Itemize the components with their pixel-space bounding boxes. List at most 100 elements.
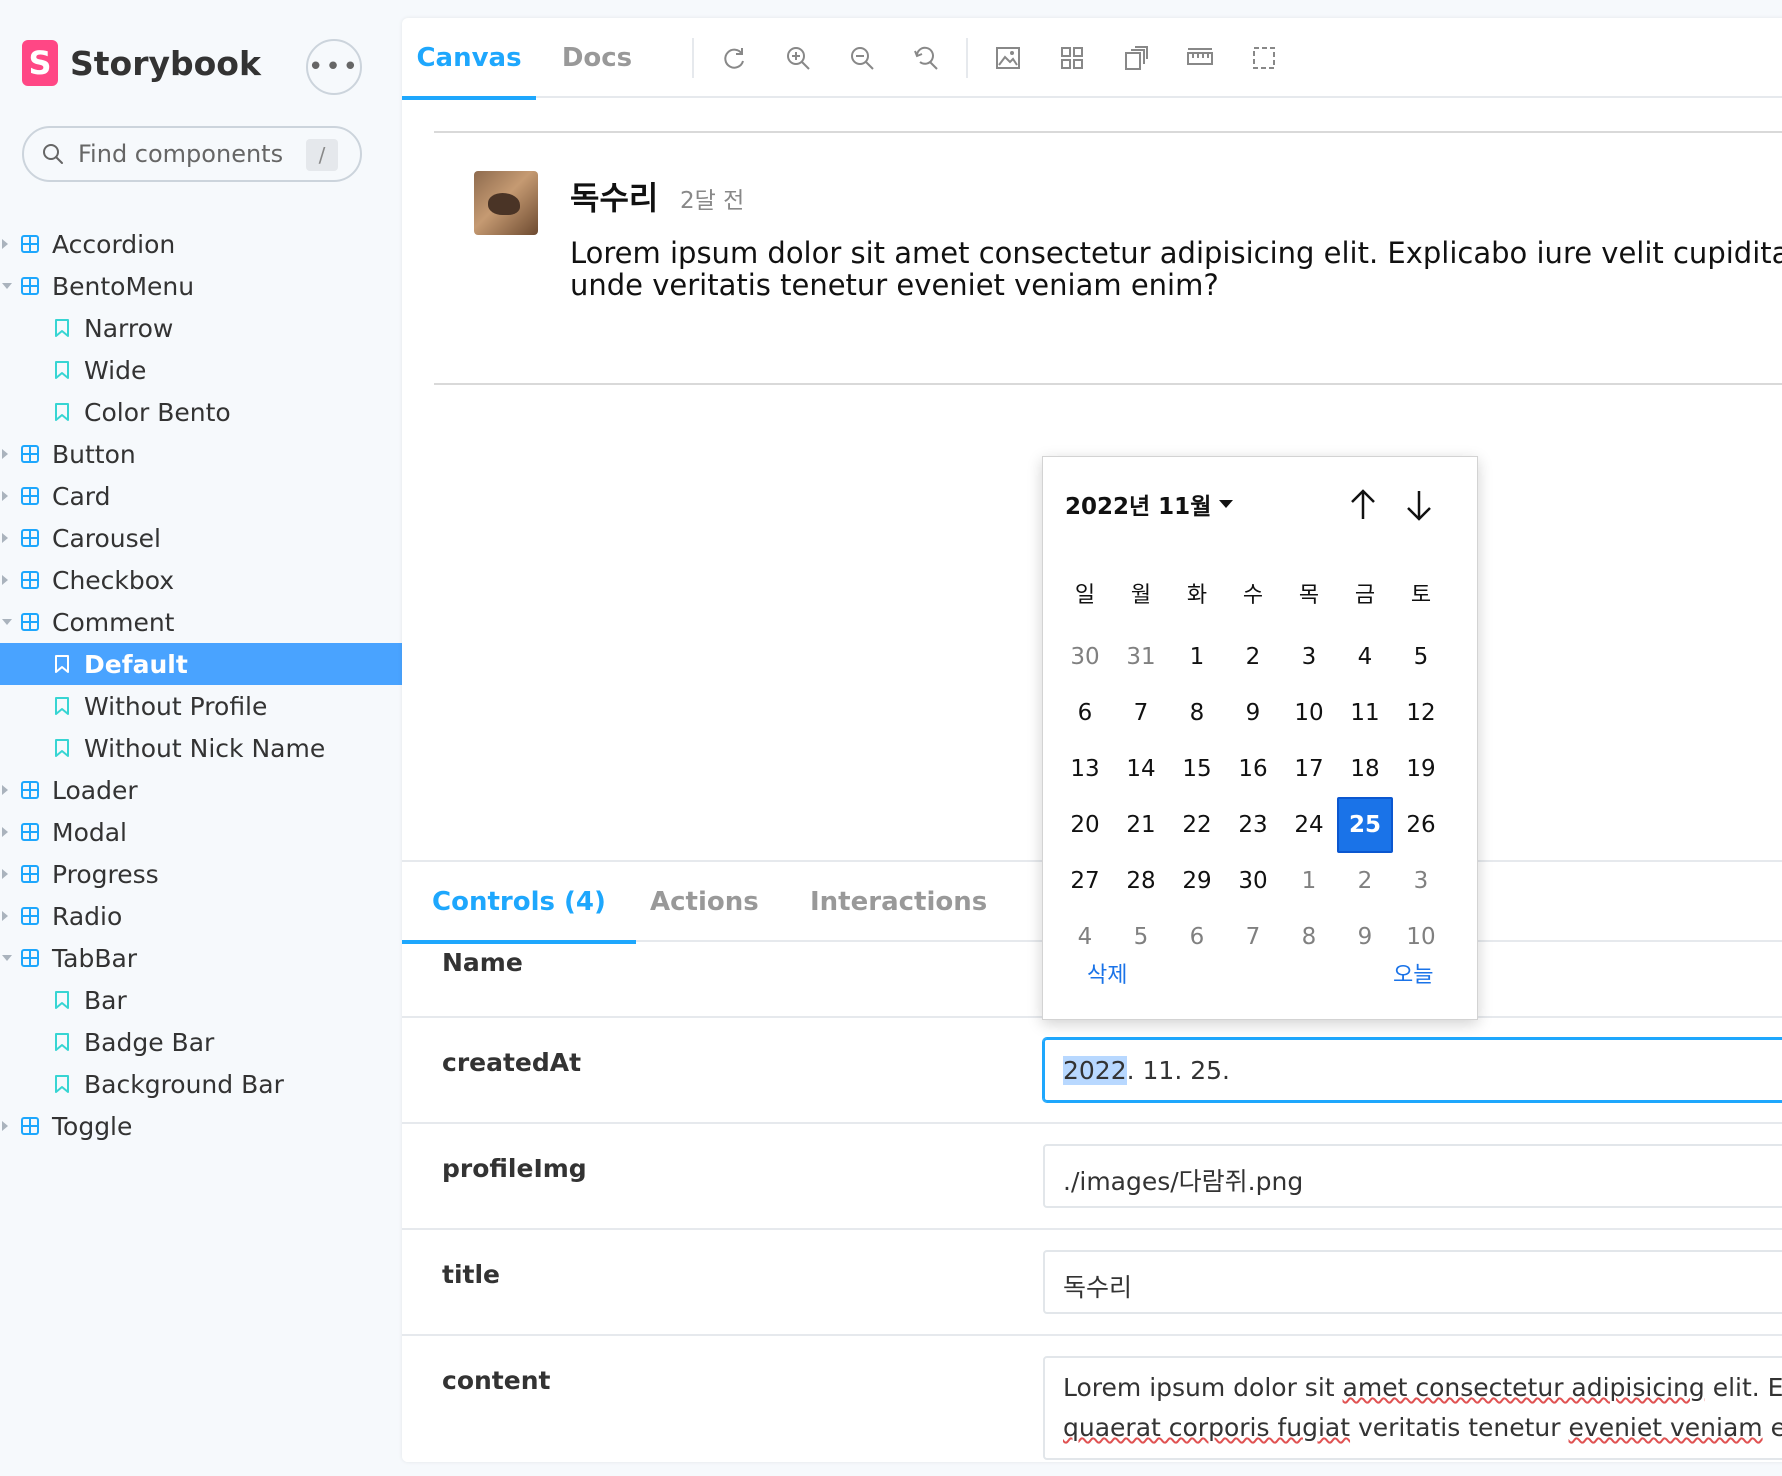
tab-docs[interactable]: Docs [536, 18, 658, 98]
calendar-day[interactable]: 8 [1281, 909, 1337, 965]
content-line-2: quaerat corporis fugiat veritatis tenetu… [1063, 1408, 1782, 1448]
sidebar-item-radio[interactable]: Radio [0, 895, 402, 937]
measure-icon[interactable] [1184, 42, 1216, 74]
sidebar-item-default[interactable]: Default [0, 643, 402, 685]
sidebar-item-background-bar[interactable]: Background Bar [0, 1063, 402, 1105]
content-textarea[interactable]: Lorem ipsum dolor sit amet consectetur a… [1043, 1356, 1782, 1460]
tab-actions[interactable]: Actions [650, 862, 759, 942]
calendar-day[interactable]: 10 [1281, 685, 1337, 741]
calendar-day[interactable]: 27 [1057, 853, 1113, 909]
weekday-label: 목 [1298, 583, 1320, 608]
calendar-day-selected[interactable]: 25 [1337, 797, 1393, 853]
viewport-icon[interactable] [1120, 42, 1152, 74]
outline-icon[interactable] [1248, 42, 1280, 74]
more-options-button[interactable]: ••• [306, 39, 362, 95]
calendar-day[interactable]: 6 [1169, 909, 1225, 965]
zoom-out-icon[interactable] [846, 42, 878, 74]
comment-timestamp: 2달 전 [680, 188, 745, 214]
sidebar-item-label: Without Profile [84, 691, 268, 721]
calendar-day[interactable]: 3 [1281, 629, 1337, 685]
search-input[interactable] [78, 140, 298, 168]
zoom-in-icon[interactable] [782, 42, 814, 74]
toolbar-divider [692, 38, 694, 78]
calendar-day[interactable]: 23 [1225, 797, 1281, 853]
calendar-day[interactable]: 11 [1337, 685, 1393, 741]
calendar-day[interactable]: 24 [1281, 797, 1337, 853]
sidebar-item-bentomenu[interactable]: BentoMenu [0, 265, 402, 307]
search-box[interactable]: / [22, 126, 362, 182]
sidebar-item-checkbox[interactable]: Checkbox [0, 559, 402, 601]
date-input[interactable]: 2022. 11. 25. [1043, 1038, 1782, 1102]
calendar-day[interactable]: 7 [1225, 909, 1281, 965]
grid-icon[interactable] [1056, 42, 1088, 74]
next-month-arrow-icon[interactable] [1401, 487, 1437, 523]
tab-interactions[interactable]: Interactions [810, 862, 987, 942]
calendar-day[interactable]: 30 [1057, 629, 1113, 685]
sidebar-item-color-bento[interactable]: Color Bento [0, 391, 402, 433]
sidebar-item-accordion[interactable]: Accordion [0, 223, 402, 265]
sidebar-item-without-profile[interactable]: Without Profile [0, 685, 402, 727]
calendar-day[interactable]: 5 [1393, 629, 1449, 685]
calendar-day[interactable]: 1 [1281, 853, 1337, 909]
sidebar-item-comment[interactable]: Comment [0, 601, 402, 643]
calendar-day[interactable]: 14 [1113, 741, 1169, 797]
sidebar-item-carousel[interactable]: Carousel [0, 517, 402, 559]
control-row-title: title 독수리 [402, 1228, 1782, 1334]
calendar-day[interactable]: 2 [1225, 629, 1281, 685]
sidebar-item-bar[interactable]: Bar [0, 979, 402, 1021]
tab-canvas[interactable]: Canvas [402, 18, 536, 100]
calendar-day[interactable]: 16 [1225, 741, 1281, 797]
calendar-day[interactable]: 31 [1113, 629, 1169, 685]
calendar-day[interactable]: 26 [1393, 797, 1449, 853]
sidebar-item-button[interactable]: Button [0, 433, 402, 475]
sidebar-item-progress[interactable]: Progress [0, 853, 402, 895]
sidebar-item-narrow[interactable]: Narrow [0, 307, 402, 349]
date-year-segment[interactable]: 2022 [1063, 1056, 1127, 1085]
reload-icon[interactable] [718, 42, 750, 74]
calendar-day[interactable]: 30 [1225, 853, 1281, 909]
calendar-day[interactable]: 12 [1393, 685, 1449, 741]
sidebar-item-badge-bar[interactable]: Badge Bar [0, 1021, 402, 1063]
calendar-day[interactable]: 20 [1057, 797, 1113, 853]
sidebar-item-loader[interactable]: Loader [0, 769, 402, 811]
calendar-day[interactable]: 29 [1169, 853, 1225, 909]
sidebar-item-tabbar[interactable]: TabBar [0, 937, 402, 979]
calendar-day[interactable]: 28 [1113, 853, 1169, 909]
calendar-day[interactable]: 13 [1057, 741, 1113, 797]
month-selector[interactable]: 2022년 11월 [1065, 487, 1234, 521]
calendar-day[interactable]: 6 [1057, 685, 1113, 741]
control-name: profileImg [442, 1154, 587, 1183]
calendar-day[interactable]: 9 [1337, 909, 1393, 965]
background-icon[interactable] [992, 42, 1024, 74]
calendar-day[interactable]: 3 [1393, 853, 1449, 909]
calendar-day[interactable]: 17 [1281, 741, 1337, 797]
profile-img-input[interactable]: ./images/다람쥐.png [1043, 1144, 1782, 1208]
today-button[interactable]: 오늘 [1393, 957, 1433, 989]
clear-button[interactable]: 삭제 [1087, 957, 1127, 989]
previous-month-arrow-icon[interactable] [1345, 487, 1381, 523]
sidebar-item-wide[interactable]: Wide [0, 349, 402, 391]
calendar-day[interactable]: 4 [1337, 629, 1393, 685]
avatar-image [488, 193, 520, 215]
brand[interactable]: S Storybook [22, 40, 261, 86]
calendar-day[interactable]: 2 [1337, 853, 1393, 909]
tab-controls[interactable]: Controls (4) [402, 862, 636, 944]
sidebar-item-without-nick-name[interactable]: Without Nick Name [0, 727, 402, 769]
calendar-day[interactable]: 15 [1169, 741, 1225, 797]
sidebar-item-card[interactable]: Card [0, 475, 402, 517]
zoom-reset-icon[interactable] [910, 42, 942, 74]
calendar-day[interactable]: 22 [1169, 797, 1225, 853]
calendar-day[interactable]: 18 [1337, 741, 1393, 797]
sidebar-item-toggle[interactable]: Toggle [0, 1105, 402, 1147]
calendar-day[interactable]: 21 [1113, 797, 1169, 853]
calendar-day[interactable]: 9 [1225, 685, 1281, 741]
calendar-day[interactable]: 7 [1113, 685, 1169, 741]
calendar-day[interactable]: 8 [1169, 685, 1225, 741]
spellcheck-span: quaerat corporis fugiat [1063, 1413, 1351, 1442]
calendar-day[interactable]: 19 [1393, 741, 1449, 797]
month-label: 2022년 11월 [1065, 494, 1212, 520]
sidebar-item-modal[interactable]: Modal [0, 811, 402, 853]
tab-actions-label: Actions [650, 887, 759, 917]
calendar-day[interactable]: 1 [1169, 629, 1225, 685]
title-input[interactable]: 독수리 [1043, 1250, 1782, 1314]
